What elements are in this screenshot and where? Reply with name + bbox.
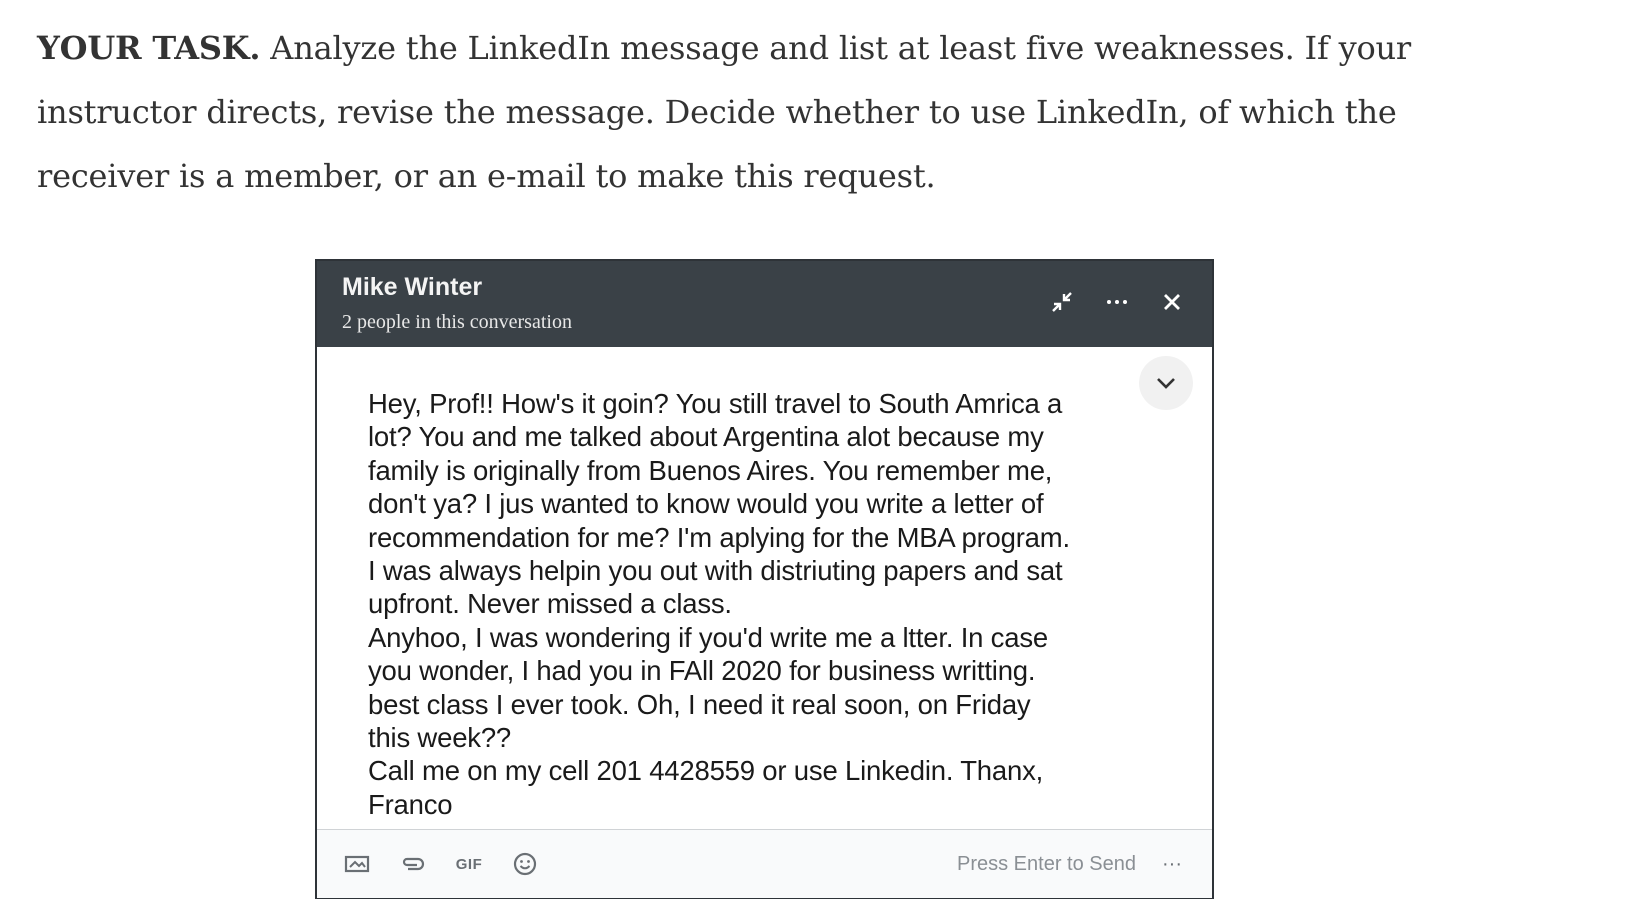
task-instructions: YOUR TASK. Analyze the LinkedIn message … xyxy=(37,16,1517,208)
message-line: Call me on my cell 201 4428559 or use Li… xyxy=(368,755,1044,787)
attachment-icon[interactable] xyxy=(397,850,429,878)
conversation-count: 2 people in this conversation xyxy=(342,311,572,333)
more-options-icon[interactable]: ··· xyxy=(1155,850,1189,878)
gif-icon[interactable]: GIF xyxy=(453,850,485,878)
collapse-button[interactable] xyxy=(1139,356,1193,410)
message-line: you wonder, I had you in FAll 2020 for b… xyxy=(368,655,1036,687)
image-icon[interactable] xyxy=(341,850,373,878)
task-label: YOUR TASK. xyxy=(37,29,261,67)
message-line: recommendation for me? I'm aplying for t… xyxy=(368,521,1070,553)
message-line: don't ya? I jus wanted to know would you… xyxy=(368,488,1044,520)
message-line: Hey, Prof!! How's it goin? You still tra… xyxy=(368,388,1063,419)
send-hint: Press Enter to Send xyxy=(957,853,1136,875)
message-line: I was always helpin you out with distriu… xyxy=(368,555,1063,587)
message-header: Mike Winter 2 people in this conversatio… xyxy=(317,261,1212,347)
message-footer: GIF Press Enter to Send ··· xyxy=(317,829,1212,898)
message-line: upfront. Never missed a class. xyxy=(368,588,732,620)
message-line: lot? You and me talked about Argentina a… xyxy=(368,421,1044,453)
emoji-icon[interactable] xyxy=(509,850,541,878)
message-line: best class I ever took. Oh, I need it re… xyxy=(368,688,1031,720)
message-line: this week?? xyxy=(368,722,512,754)
message-line: family is originally from Buenos Aires. … xyxy=(368,454,1053,486)
close-icon[interactable] xyxy=(1155,287,1189,317)
message-window: Mike Winter 2 people in this conversatio… xyxy=(315,259,1214,899)
sender-name[interactable]: Mike Winter xyxy=(342,273,482,302)
more-options-icon[interactable] xyxy=(1100,287,1134,317)
minimize-icon[interactable] xyxy=(1045,287,1079,317)
message-body: Hey, Prof!! How's it goin? You still tra… xyxy=(368,387,1128,821)
message-line: Anyhoo, I was wondering if you'd write m… xyxy=(368,621,1048,653)
chevron-down-icon xyxy=(1157,378,1175,389)
message-signature: Franco xyxy=(368,788,453,820)
